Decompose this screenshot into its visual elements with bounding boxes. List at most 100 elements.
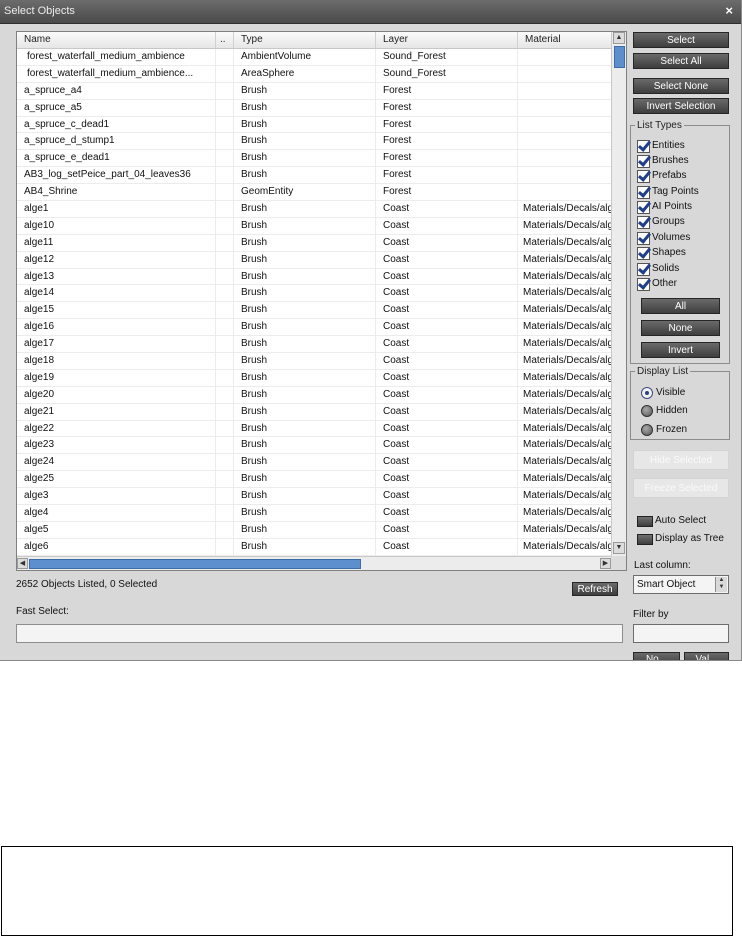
- toggle-icon[interactable]: [637, 533, 653, 545]
- table-row[interactable]: forest_waterfall_medium_ambience AmbientV…: [17, 49, 611, 66]
- table-row[interactable]: alge15 BrushCoast Materials/Decals/alg...: [17, 302, 611, 320]
- cell-type: Brush: [234, 82, 376, 99]
- checkbox-prefabs[interactable]: Prefabs: [637, 169, 686, 183]
- table-row[interactable]: a_spruce_d_stump1 Brush Forest: [17, 133, 611, 151]
- cell-material: Materials/Decals/alg...: [523, 236, 611, 248]
- check-icon[interactable]: [637, 246, 650, 260]
- table-row[interactable]: alge13 BrushCoast Materials/Decals/alg...: [17, 268, 611, 286]
- table-row[interactable]: alge21 BrushCoast Materials/Decals/alg...: [17, 403, 611, 421]
- cell-name: alge17: [17, 336, 216, 353]
- freeze-selected-button[interactable]: Freeze Selected: [633, 478, 729, 498]
- partial-button-2[interactable]: Val...: [684, 652, 729, 660]
- table-row[interactable]: alge4 BrushCoast Materials/Decals/alg...: [17, 505, 611, 522]
- title-bar[interactable]: Select Objects ×: [0, 0, 741, 24]
- radio-selected-icon[interactable]: [641, 387, 653, 399]
- table-row[interactable]: forest_waterfall_medium_ambience... AreaS…: [17, 65, 611, 83]
- radio-frozen[interactable]: Frozen: [641, 423, 687, 437]
- vertical-scrollbar[interactable]: ▲ ▼: [611, 32, 626, 556]
- check-icon[interactable]: [637, 154, 650, 168]
- radio-hidden[interactable]: Hidden: [641, 404, 688, 418]
- table-row[interactable]: alge25 BrushCoast Materials/Decals/alg...: [17, 471, 611, 489]
- table-row[interactable]: alge20 BrushCoast Materials/Decals/alg...: [17, 386, 611, 404]
- table-row[interactable]: alge12 BrushCoast Materials/Decals/alg...: [17, 251, 611, 269]
- table-row[interactable]: alge16 BrushCoast Materials/Decals/alg...: [17, 319, 611, 337]
- checkbox-label: Solids: [652, 263, 680, 274]
- check-icon[interactable]: [637, 277, 650, 291]
- table-row[interactable]: alge23 BrushCoast Materials/Decals/alg...: [17, 437, 611, 455]
- objects-list[interactable]: Name .. Type Layer Material forest_water…: [16, 31, 627, 571]
- display-as-tree-toggle[interactable]: Display as Tree: [637, 532, 724, 546]
- refresh-button[interactable]: Refresh: [572, 582, 618, 596]
- check-icon[interactable]: [637, 215, 650, 229]
- checkbox-solids[interactable]: Solids: [637, 262, 679, 276]
- horizontal-scrollbar[interactable]: ◀ ▶: [17, 556, 611, 570]
- fast-select-input[interactable]: [16, 624, 623, 643]
- checkbox-volumes[interactable]: Volumes: [637, 231, 690, 245]
- radio-icon[interactable]: [641, 405, 653, 417]
- table-row[interactable]: alge11 BrushCoast Materials/Decals/alg...: [17, 234, 611, 252]
- select-button[interactable]: Select: [633, 32, 729, 48]
- check-icon[interactable]: [637, 185, 650, 199]
- radio-visible[interactable]: Visible: [641, 386, 685, 400]
- table-row[interactable]: alge18 BrushCoast Materials/Decals/alg...: [17, 353, 611, 370]
- table-row[interactable]: a_spruce_c_dead1 Brush Forest: [17, 116, 611, 134]
- none-button[interactable]: None: [641, 320, 720, 336]
- column-header-name[interactable]: Name: [17, 32, 216, 48]
- horizontal-scroll-thumb[interactable]: [29, 559, 361, 569]
- all-button[interactable]: All: [641, 298, 720, 314]
- scroll-left-icon[interactable]: ◀: [17, 558, 28, 569]
- checkbox-shapes[interactable]: Shapes: [637, 246, 686, 260]
- table-row[interactable]: AB3_log_setPeice_part_04_leaves36 Brush Fo…: [17, 167, 611, 185]
- check-icon[interactable]: [637, 169, 650, 183]
- spinner-arrows-icon[interactable]: ▲ ▼: [715, 577, 727, 592]
- checkbox-label: Groups: [652, 216, 685, 227]
- vertical-scroll-thumb[interactable]: [614, 46, 625, 68]
- checkbox-tag-points[interactable]: Tag Points: [637, 185, 699, 199]
- table-row[interactable]: alge17 BrushCoast Materials/Decals/alg...: [17, 336, 611, 354]
- table-row[interactable]: alge1 BrushCoast Materials/Decals/alg...: [17, 201, 611, 218]
- checkbox-groups[interactable]: Groups: [637, 215, 685, 229]
- cell-material: Materials/Decals/alg...: [523, 355, 611, 367]
- table-row[interactable]: a_spruce_e_dead1 Brush Forest: [17, 150, 611, 168]
- check-icon[interactable]: [637, 139, 650, 153]
- check-icon[interactable]: [637, 200, 650, 214]
- radio-icon[interactable]: [641, 424, 653, 436]
- checkbox-brushes[interactable]: Brushes: [637, 154, 689, 168]
- close-icon[interactable]: ×: [725, 3, 733, 18]
- table-row[interactable]: alge19 BrushCoast Materials/Decals/alg...: [17, 369, 611, 387]
- auto-select-toggle[interactable]: Auto Select: [637, 514, 706, 528]
- invert-button[interactable]: Invert: [641, 342, 720, 358]
- table-row[interactable]: a_spruce_a5 Brush Forest: [17, 99, 611, 117]
- table-row[interactable]: alge10 BrushCoast Materials/Decals/alg...: [17, 217, 611, 235]
- checkbox-ai-points[interactable]: AI Points: [637, 200, 692, 214]
- table-row[interactable]: alge3 BrushCoast Materials/Decals/alg...: [17, 488, 611, 506]
- column-header-layer[interactable]: Layer: [376, 32, 518, 48]
- invert-selection-button[interactable]: Invert Selection: [633, 98, 729, 114]
- cell-spacer: [216, 488, 234, 505]
- scroll-down-icon[interactable]: ▼: [613, 542, 625, 554]
- cell-name: alge24: [17, 454, 216, 471]
- checkbox-other[interactable]: Other: [637, 277, 677, 291]
- scroll-up-icon[interactable]: ▲: [613, 32, 625, 44]
- check-icon[interactable]: [637, 231, 650, 245]
- table-row[interactable]: alge5 BrushCoast Materials/Decals/alg...: [17, 521, 611, 539]
- toggle-icon[interactable]: [637, 515, 653, 527]
- select-all-button[interactable]: Select All: [633, 53, 729, 69]
- table-row[interactable]: alge14 BrushCoast Materials/Decals/alg...: [17, 285, 611, 303]
- scroll-right-icon[interactable]: ▶: [600, 558, 611, 569]
- select-none-button[interactable]: Select None: [633, 78, 729, 94]
- table-row[interactable]: AB4_Shrine GeomEntity Forest: [17, 184, 611, 202]
- table-row[interactable]: alge22 BrushCoast Materials/Decals/alg...: [17, 420, 611, 438]
- column-header-type[interactable]: Type: [234, 32, 376, 48]
- hide-selected-button[interactable]: Hide Selected: [633, 450, 729, 470]
- column-header-material[interactable]: Material: [518, 32, 611, 48]
- filter-by-input[interactable]: [633, 624, 729, 643]
- column-header-more[interactable]: ..: [216, 32, 234, 48]
- table-row[interactable]: alge6 BrushCoast Materials/Decals/alg...: [17, 538, 611, 556]
- table-row[interactable]: alge24 BrushCoast Materials/Decals/alg...: [17, 454, 611, 472]
- partial-button-1[interactable]: No...: [633, 652, 680, 660]
- check-icon[interactable]: [637, 262, 650, 276]
- last-column-select[interactable]: Smart Object ▲ ▼: [633, 575, 729, 594]
- table-row[interactable]: a_spruce_a4 Brush Forest: [17, 82, 611, 100]
- checkbox-entities[interactable]: Entities: [637, 139, 685, 153]
